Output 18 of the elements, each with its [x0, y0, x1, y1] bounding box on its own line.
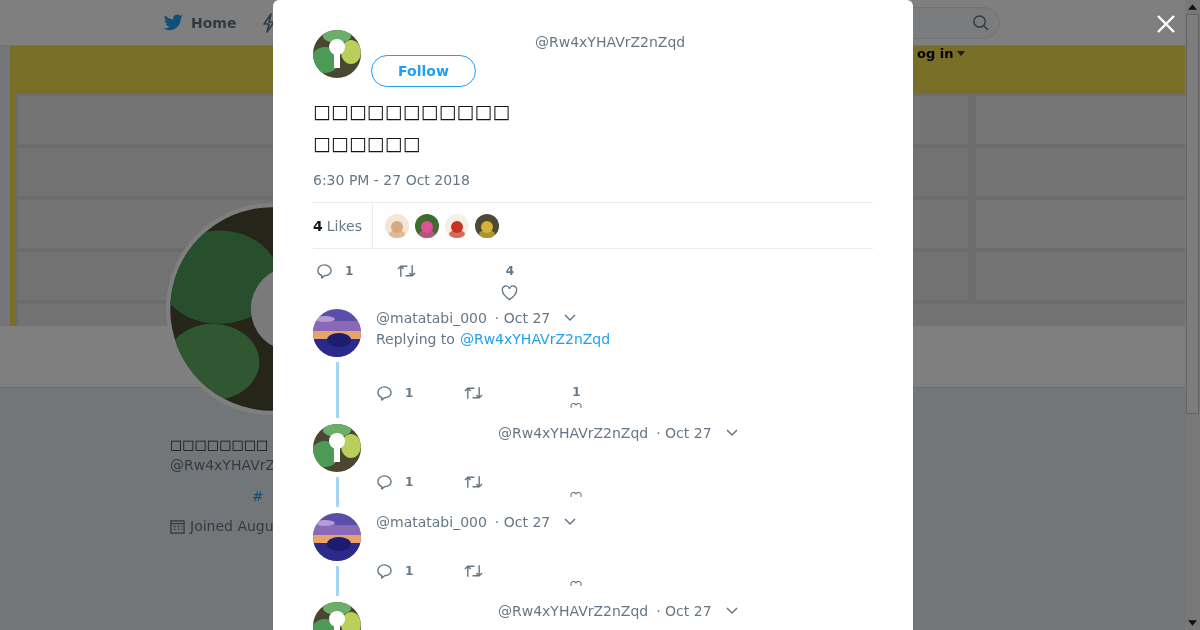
reply-date: · Oct 27 [656, 425, 712, 441]
tweet-handle: @Rw4xYHAVrZ2nZqd [535, 34, 686, 50]
reply-date: · Oct 27 [494, 514, 551, 530]
joined-date: Joined Augu [190, 518, 274, 534]
reply-date: · Oct 27 [656, 603, 712, 619]
reply-handle: @Rw4xYHAVrZ2nZqd [498, 603, 649, 619]
profile-name: □□□□□□□□ [170, 436, 269, 454]
reply-count: 1 [405, 563, 414, 579]
reply-handle: @Rw4xYHAVrZ2nZqd [498, 425, 649, 441]
reply-count: 1 [405, 474, 414, 490]
reply-count: 1 [405, 385, 414, 401]
profile-handle: @Rw4xYHAVrZ [170, 456, 276, 474]
like-count: 1 [572, 385, 581, 399]
mention-link[interactable]: @Rw4xYHAVrZ2nZqd [459, 331, 611, 347]
reply-handle: @matatabi_000 [376, 514, 487, 530]
home-link[interactable]: Home [163, 13, 237, 32]
replying-label: Replying to [376, 331, 455, 347]
hashtag-link[interactable]: # [252, 488, 264, 504]
